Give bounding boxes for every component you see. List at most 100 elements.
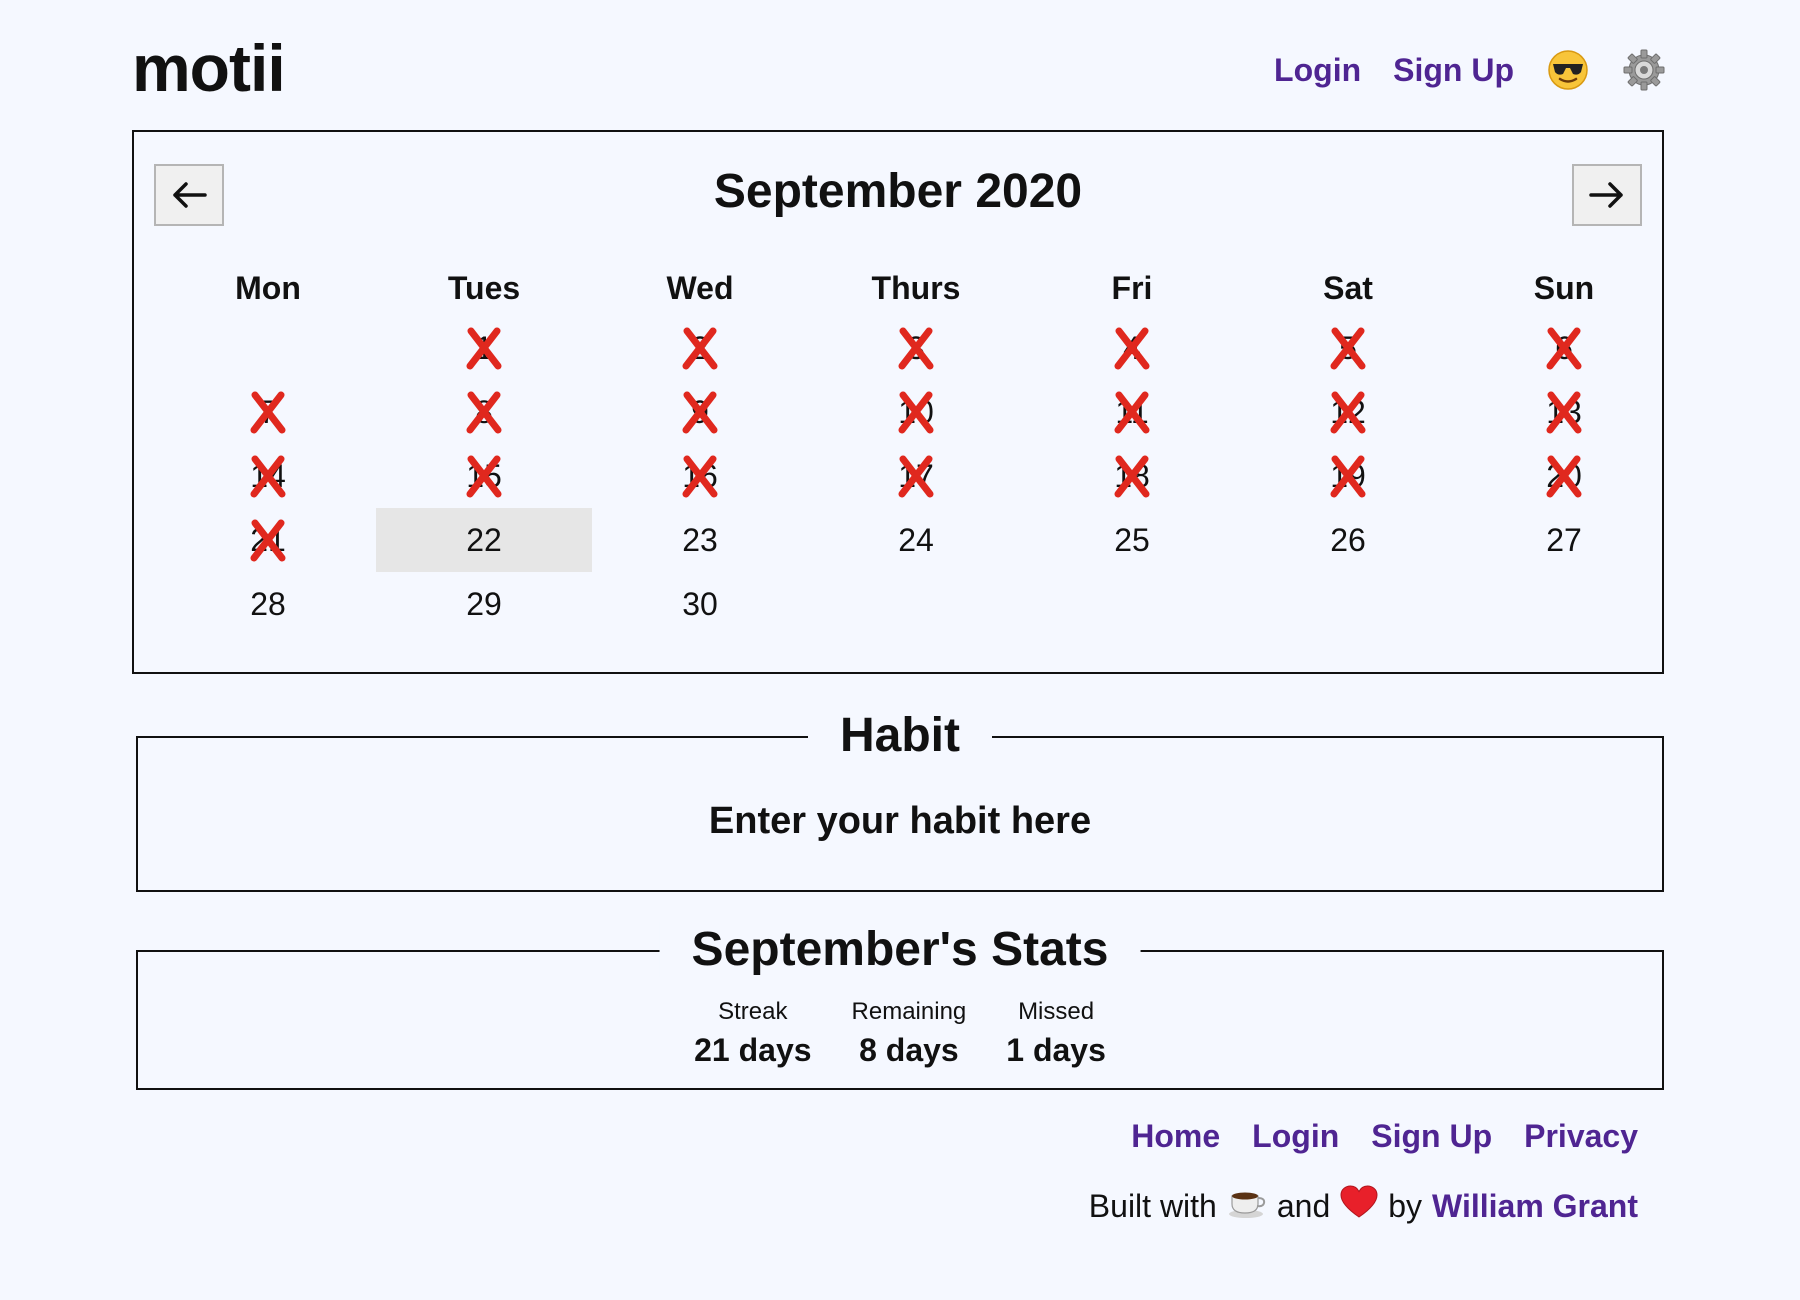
footer-home-link[interactable]: Home — [1131, 1118, 1220, 1155]
site-logo[interactable]: motii — [132, 30, 286, 106]
weekday-header: Tues — [447, 269, 521, 306]
calendar-day[interactable]: 29 — [376, 572, 592, 636]
calendar-day[interactable]: 24 — [808, 508, 1024, 572]
day-number: 9 — [691, 393, 709, 430]
stat-label: Streak — [718, 998, 788, 1025]
stats-panel: September's Stats Streak 21 days Remaini… — [136, 922, 1664, 1090]
day-number: 29 — [466, 585, 502, 622]
calendar-day[interactable]: 1 — [376, 316, 592, 380]
credit-prefix: Built with — [1088, 1187, 1217, 1224]
footer-privacy-link[interactable]: Privacy — [1524, 1118, 1638, 1155]
day-number: 5 — [1339, 329, 1357, 366]
calendar-day[interactable]: 21 — [160, 508, 376, 572]
stat-missed: Missed 1 days — [1006, 998, 1106, 1069]
arrow-right-icon — [1589, 182, 1623, 208]
day-number: 27 — [1546, 521, 1582, 558]
calendar-day[interactable]: 3 — [808, 316, 1024, 380]
calendar-day[interactable]: 9 — [592, 380, 808, 444]
calendar-day[interactable]: 26 — [1240, 508, 1456, 572]
day-number: 19 — [1330, 457, 1366, 494]
next-month-button[interactable] — [1572, 164, 1642, 226]
calendar-day[interactable]: 8 — [376, 380, 592, 444]
calendar-day[interactable]: 6 — [1456, 316, 1672, 380]
stats-heading: September's Stats — [659, 922, 1141, 977]
weekday-header: Sat — [1323, 269, 1373, 306]
day-number: 11 — [1115, 393, 1149, 430]
author-link[interactable]: William Grant — [1432, 1188, 1638, 1225]
calendar-day[interactable]: 19 — [1240, 444, 1456, 508]
day-number: 10 — [898, 393, 934, 430]
calendar-day[interactable]: 27 — [1456, 508, 1672, 572]
day-number: 13 — [1546, 393, 1582, 430]
stat-value: 8 days — [859, 1032, 959, 1068]
calendar-day[interactable]: 7 — [160, 380, 376, 444]
day-number: 8 — [475, 393, 493, 430]
credit-and: and — [1276, 1187, 1331, 1224]
habit-panel: Habit Enter your habit here — [136, 708, 1664, 892]
calendar-day[interactable]: 28 — [160, 572, 376, 636]
calendar-day[interactable]: 11 — [1024, 380, 1240, 444]
calendar-empty-cell — [160, 316, 376, 380]
credit-by: by — [1388, 1187, 1423, 1224]
day-number: 24 — [898, 521, 934, 558]
calendar-day[interactable]: 30 — [592, 572, 808, 636]
day-number: 1 — [475, 329, 493, 366]
calendar-title: September 2020 — [713, 165, 1083, 218]
calendar-day[interactable]: 17 — [808, 444, 1024, 508]
day-number: 20 — [1546, 457, 1582, 494]
footer-credit: Built with and by William Grant — [1089, 1184, 1638, 1228]
day-number: 16 — [682, 457, 718, 494]
stats-row: Streak 21 days Remaining 8 days Missed 1… — [138, 998, 1662, 1069]
day-number: 15 — [466, 457, 502, 494]
stat-value: 1 days — [1006, 1032, 1106, 1068]
footer-login-link[interactable]: Login — [1252, 1118, 1339, 1155]
weekday-header: Fri — [1111, 269, 1153, 306]
weekday-header: Sun — [1533, 269, 1595, 306]
calendar-day[interactable]: 25 — [1024, 508, 1240, 572]
day-number: 7 — [259, 393, 277, 430]
site-header: motii Login Sign Up — [132, 24, 1668, 114]
weekday-header: Wed — [666, 269, 734, 306]
day-number: 6 — [1555, 329, 1573, 366]
gear-icon[interactable] — [1622, 48, 1666, 92]
calendar-day[interactable]: 5 — [1240, 316, 1456, 380]
footer-signup-link[interactable]: Sign Up — [1371, 1118, 1492, 1155]
calendar-day[interactable]: 23 — [592, 508, 808, 572]
day-number: 12 — [1330, 393, 1366, 430]
calendar-day[interactable]: 10 — [808, 380, 1024, 444]
day-number: 14 — [250, 457, 286, 494]
calendar-grid: Mon Tues Wed Thurs Fri Sat Sun 1 2 3 4 5 6 7 8 9 10 11 12 1… — [160, 260, 1672, 636]
heart-icon — [1340, 1185, 1378, 1227]
calendar: September 2020 Mon Tues Wed Thurs Fri Sat Sun 1… — [132, 130, 1664, 674]
calendar-day[interactable]: 12 — [1240, 380, 1456, 444]
day-number: 30 — [682, 585, 718, 622]
day-number: 2 — [691, 329, 709, 366]
day-number: 25 — [1114, 521, 1150, 558]
calendar-day[interactable]: 4 — [1024, 316, 1240, 380]
calendar-day[interactable]: 14 — [160, 444, 376, 508]
nav-login-link[interactable]: Login — [1274, 52, 1361, 89]
sunglasses-emoji-icon[interactable] — [1546, 48, 1590, 92]
stat-label: Remaining — [851, 998, 967, 1025]
day-number: 17 — [898, 457, 934, 494]
calendar-day[interactable]: 16 — [592, 444, 808, 508]
day-number: 4 — [1123, 329, 1141, 366]
habit-heading: Habit — [808, 708, 992, 763]
stat-streak: Streak 21 days — [694, 998, 811, 1069]
calendar-day[interactable]: 20 — [1456, 444, 1672, 508]
calendar-day[interactable]: 15 — [376, 444, 592, 508]
day-number: 23 — [682, 521, 718, 558]
calendar-day[interactable]: 13 — [1456, 380, 1672, 444]
calendar-day[interactable]: 22 — [376, 508, 592, 572]
nav-signup-link[interactable]: Sign Up — [1393, 52, 1514, 89]
stat-label: Missed — [1018, 998, 1095, 1025]
calendar-day[interactable]: 18 — [1024, 444, 1240, 508]
day-number: 28 — [250, 585, 286, 622]
stat-remaining: Remaining 8 days — [852, 998, 967, 1069]
habit-input[interactable]: Enter your habit here — [138, 800, 1662, 843]
day-number: 22 — [466, 521, 502, 558]
day-number: 3 — [907, 329, 925, 366]
calendar-day[interactable]: 2 — [592, 316, 808, 380]
weekday-header: Thurs — [871, 269, 961, 306]
day-number: 26 — [1330, 521, 1366, 558]
